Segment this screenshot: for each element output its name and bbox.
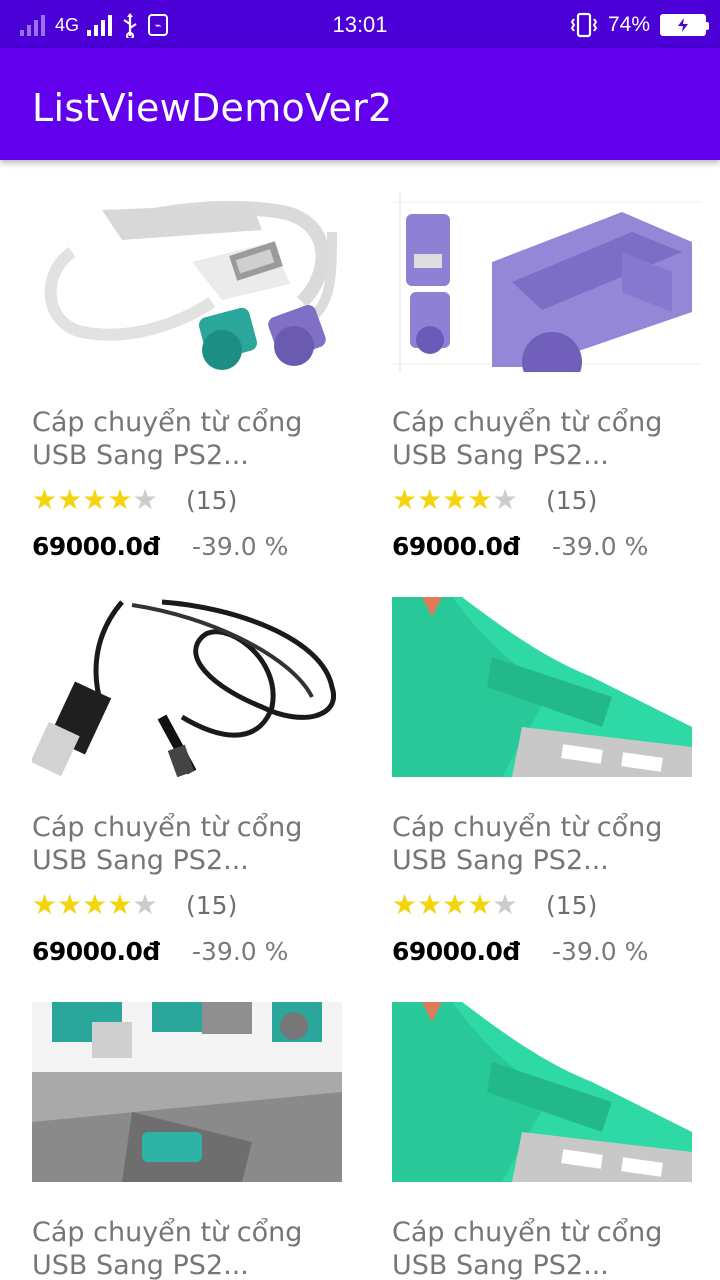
star-icon: ★	[392, 889, 418, 920]
star-empty-icon: ★	[132, 484, 158, 515]
product-card[interactable]: Cáp chuyển từ cổng USB Sang PS2... ★ ★ ★ ★ ★…	[32, 565, 352, 970]
discount-label: -39.0 %	[192, 937, 289, 966]
product-title: Cáp chuyển từ cổng USB Sang PS2...	[392, 812, 663, 876]
app-title: ListViewDemoVer2	[32, 86, 393, 130]
battery-percent: 74%	[607, 13, 650, 36]
product-title: Cáp chuyển từ cổng USB Sang PS2...	[32, 812, 303, 876]
product-price: 69000.0đ	[392, 532, 520, 561]
battery-charging-icon	[660, 14, 709, 36]
review-count: (15)	[186, 486, 238, 515]
product-price: 69000.0đ	[392, 937, 520, 966]
star-icon: ★	[417, 889, 443, 920]
product-image	[392, 192, 702, 372]
product-title: Cáp chuyển từ cổng USB Sang PS2...	[32, 407, 303, 471]
vibrate-icon	[570, 12, 598, 38]
product-image	[392, 1002, 702, 1182]
product-image	[392, 597, 702, 777]
star-icon: ★	[467, 889, 493, 920]
product-image	[32, 597, 342, 777]
star-empty-icon: ★	[132, 889, 158, 920]
product-title: Cáp chuyển từ cổng USB Sang PS2...	[392, 1217, 663, 1280]
app-bar: ListViewDemoVer2	[0, 48, 720, 160]
star-icon: ★	[107, 889, 133, 920]
status-icons-right: 74%	[570, 10, 709, 40]
product-card[interactable]: Cáp chuyển từ cổng USB Sang PS2... ★ ★ ★ ★ ★…	[32, 160, 352, 565]
rating-stars: ★ ★ ★ ★ ★	[392, 889, 518, 921]
product-card[interactable]: Cáp chuyển từ cổng USB Sang PS2...	[392, 970, 712, 1280]
star-icon: ★	[32, 889, 58, 920]
product-title: Cáp chuyển từ cổng USB Sang PS2...	[32, 1217, 303, 1280]
product-price: 69000.0đ	[32, 532, 160, 561]
product-price: 69000.0đ	[32, 937, 160, 966]
star-icon: ★	[467, 484, 493, 515]
rating-stars: ★ ★ ★ ★ ★	[32, 484, 158, 516]
product-grid[interactable]: Cáp chuyển từ cổng USB Sang PS2... ★ ★ ★ ★ ★…	[0, 160, 720, 1280]
rating-stars: ★ ★ ★ ★ ★	[32, 889, 158, 921]
review-count: (15)	[546, 891, 598, 920]
product-title: Cáp chuyển từ cổng USB Sang PS2...	[392, 407, 663, 471]
star-icon: ★	[392, 484, 418, 515]
review-count: (15)	[186, 891, 238, 920]
star-icon: ★	[107, 484, 133, 515]
product-card[interactable]: Cáp chuyển từ cổng USB Sang PS2...	[32, 970, 352, 1280]
star-icon: ★	[82, 484, 108, 515]
discount-label: -39.0 %	[552, 937, 649, 966]
product-card[interactable]: Cáp chuyển từ cổng USB Sang PS2... ★ ★ ★ ★ ★…	[392, 160, 712, 565]
star-icon: ★	[417, 484, 443, 515]
review-count: (15)	[546, 486, 598, 515]
discount-label: -39.0 %	[192, 532, 289, 561]
status-bar: 4G ⌁ 13:01 74%	[0, 0, 720, 48]
star-icon: ★	[442, 889, 468, 920]
discount-label: -39.0 %	[552, 532, 649, 561]
star-empty-icon: ★	[492, 889, 518, 920]
star-icon: ★	[82, 889, 108, 920]
star-icon: ★	[442, 484, 468, 515]
rating-stars: ★ ★ ★ ★ ★	[392, 484, 518, 516]
product-image	[32, 1002, 342, 1182]
star-icon: ★	[57, 889, 83, 920]
star-icon: ★	[32, 484, 58, 515]
star-icon: ★	[57, 484, 83, 515]
product-image	[32, 192, 342, 372]
star-empty-icon: ★	[492, 484, 518, 515]
product-card[interactable]: Cáp chuyển từ cổng USB Sang PS2... ★ ★ ★ ★ ★…	[392, 565, 712, 970]
